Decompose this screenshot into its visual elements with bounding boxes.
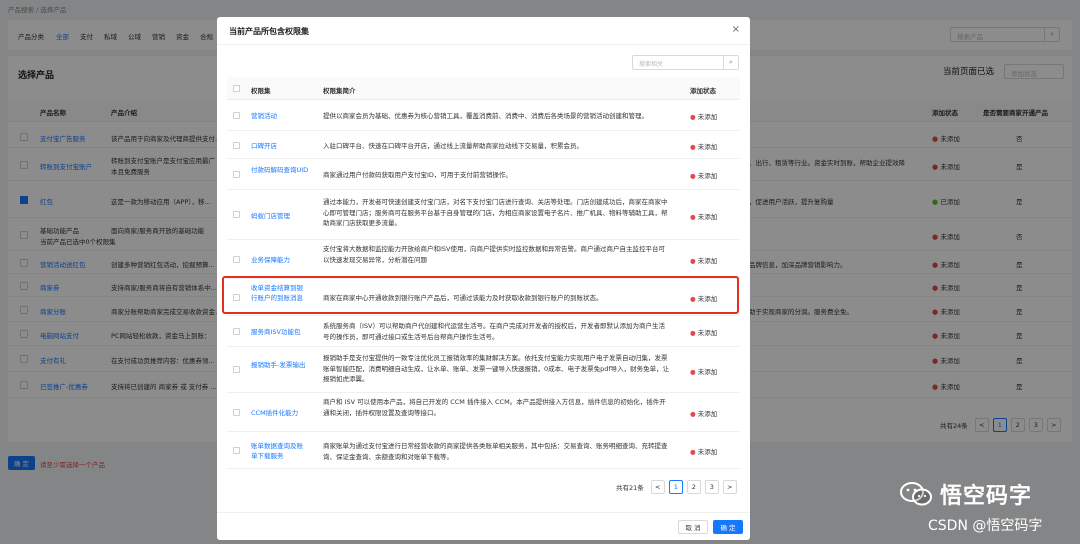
ok-button[interactable]: 确 定 [713,520,743,534]
next-page-button[interactable]: > [722,480,737,494]
permission-name[interactable]: 蚂蚁门店管理 [251,211,309,221]
status-badge: ● 未添加 [690,172,718,180]
status-text: 未添加 [697,172,718,180]
table-row[interactable]: 付款码解码查询UID 商家通过用户付款码获取用户支付宝ID，可用于支付前营销操作… [227,160,740,190]
status-text: 未添加 [697,368,718,376]
row-checkbox[interactable] [233,256,240,263]
modal-footer: 取 消 确 定 [217,512,750,540]
total-count: 共有21条 [616,484,644,492]
permission-desc: 商家账单为通过支付宝进行日常经营收款的商家提供各类账单相关服务，其中包括：交易查… [323,442,668,461]
watermark-brand: 悟空码字 [940,484,1033,509]
permission-desc: 报销助手是支付宝提供的一致专注优化员工报销效率的集财解决方案。依托支付宝能力实现… [323,354,670,383]
permission-name[interactable]: 业务保障能力 [251,255,309,265]
page-button[interactable]: 2 [686,480,701,494]
table-row[interactable]: 账单数据查询及账单下载服务 商家账单为通过支付宝进行日常经营收款的商家提供各类账… [227,433,740,469]
permission-name[interactable]: 营销活动 [251,111,309,121]
row-checkbox[interactable] [233,211,240,218]
status-text: 未添加 [697,448,718,456]
table-row[interactable]: 蚂蚁门店管理 通过本能力，开发者可快速创建支付宝门店，对名下支付宝门店进行查询、… [227,191,740,240]
permission-name[interactable]: 报销助手-发票输出 [251,360,309,370]
permission-desc: 通过本能力，开发者可快速创建支付宝门店，对名下支付宝门店进行查询、关店等处理。门… [323,198,668,227]
status-badge: ● 未添加 [690,448,718,456]
column-header: 权限集 [251,87,271,95]
cancel-button[interactable]: 取 消 [678,520,708,534]
status-text: 未添加 [697,113,718,121]
table-row[interactable]: 业务保障能力 支付宝将大数据和监控能力开放给商户和ISV使用，向商户提供实时监控… [227,241,740,279]
status-badge: ● 未添加 [690,143,718,151]
highlight-box [222,276,739,314]
permission-desc: 系统服务商（ISV）可以帮助商户代创建和代运营生活号。在商户完成对开发者的授权后… [323,322,665,341]
close-icon[interactable]: × [732,24,740,35]
table-row[interactable]: 口碑开店 入驻口碑平台、快速在口碑平台开店，通过线上流量帮助商家拉动线下交易量，… [227,132,740,159]
search-icon[interactable]: ⌕ [723,56,738,69]
row-checkbox[interactable] [233,328,240,335]
watermark-csdn: CSDN @悟空码字 [928,518,1043,534]
prev-page-button[interactable]: < [650,480,665,494]
row-checkbox[interactable] [233,171,240,178]
status-badge: ● 未添加 [690,410,718,418]
permission-search-input[interactable]: 搜索相关 ⌕ [632,55,739,70]
status-badge: ● 未添加 [690,113,718,121]
table-row[interactable]: 服务商ISV功能包 系统服务商（ISV）可以帮助商户代创建和代运营生活号。在商户… [227,317,740,347]
row-checkbox[interactable] [233,447,240,454]
status-text: 未添加 [697,143,718,151]
permission-name[interactable]: 口碑开店 [251,141,309,151]
permission-name[interactable]: CCM插件化能力 [251,408,309,418]
permission-name[interactable]: 服务商ISV功能包 [251,327,309,337]
permission-desc: 入驻口碑平台、快速在口碑平台开店，通过线上流量帮助商家拉动线下交易量，积累会员。 [323,142,583,150]
page-button[interactable]: 1 [668,480,683,494]
permission-desc: 提供以商家会员为基础、优惠券为核心营销工具，覆盖消费前、消费中、消费后各类场景的… [323,112,648,120]
permission-desc: 支付宝将大数据和监控能力开放给商户和ISV使用，向商户提供实时监控数据和异常告警… [323,245,665,264]
permission-set-modal: 当前产品所包含权限集 × 搜索相关 ⌕ 权限集 权限集简介 添加状态 营销活动 … [217,17,750,540]
status-text: 未添加 [697,213,718,221]
modal-header: 当前产品所包含权限集 × [217,17,750,45]
table-header: 权限集 权限集简介 添加状态 [227,77,740,100]
table-row[interactable]: 营销活动 提供以商家会员为基础、优惠券为核心营销工具，覆盖消费前、消费中、消费后… [227,101,740,131]
permission-name[interactable]: 账单数据查询及账单下载服务 [251,441,309,461]
status-badge: ● 未添加 [690,368,718,376]
table-row[interactable]: CCM插件化能力 商户和 ISV 可以使用本产品，将自己开发的 CCM 插件接入… [227,394,740,432]
status-text: 未添加 [697,329,718,337]
permission-desc: 商户和 ISV 可以使用本产品，将自己开发的 CCM 插件接入 CCM。本产品提… [323,398,666,417]
column-header: 权限集简介 [323,87,356,95]
modal-title: 当前产品所包含权限集 [229,27,309,36]
modal-pagination: 共有21条 < 1 2 3 > [616,480,737,494]
wechat-logo-icon [900,482,932,506]
status-badge: ● 未添加 [690,213,718,221]
status-badge: ● 未添加 [690,257,718,265]
column-header: 添加状态 [690,87,716,95]
table-row[interactable]: 报销助手-发票输出 报销助手是支付宝提供的一致专注优化员工报销效率的集财解决方案… [227,348,740,393]
status-badge: ● 未添加 [690,329,718,337]
row-checkbox[interactable] [233,366,240,373]
status-text: 未添加 [697,257,718,265]
watermark: 悟空码字 [900,478,1032,510]
row-checkbox[interactable] [233,142,240,149]
row-checkbox[interactable] [233,409,240,416]
row-checkbox[interactable] [233,112,240,119]
permission-name[interactable]: 付款码解码查询UID [251,165,309,175]
search-placeholder: 搜索相关 [639,61,664,68]
page-button[interactable]: 3 [704,480,719,494]
select-all-checkbox[interactable] [233,85,240,92]
status-text: 未添加 [697,410,718,418]
permission-desc: 商家通过用户付款码获取用户支付宝ID，可用于支付前营销操作。 [323,171,512,179]
